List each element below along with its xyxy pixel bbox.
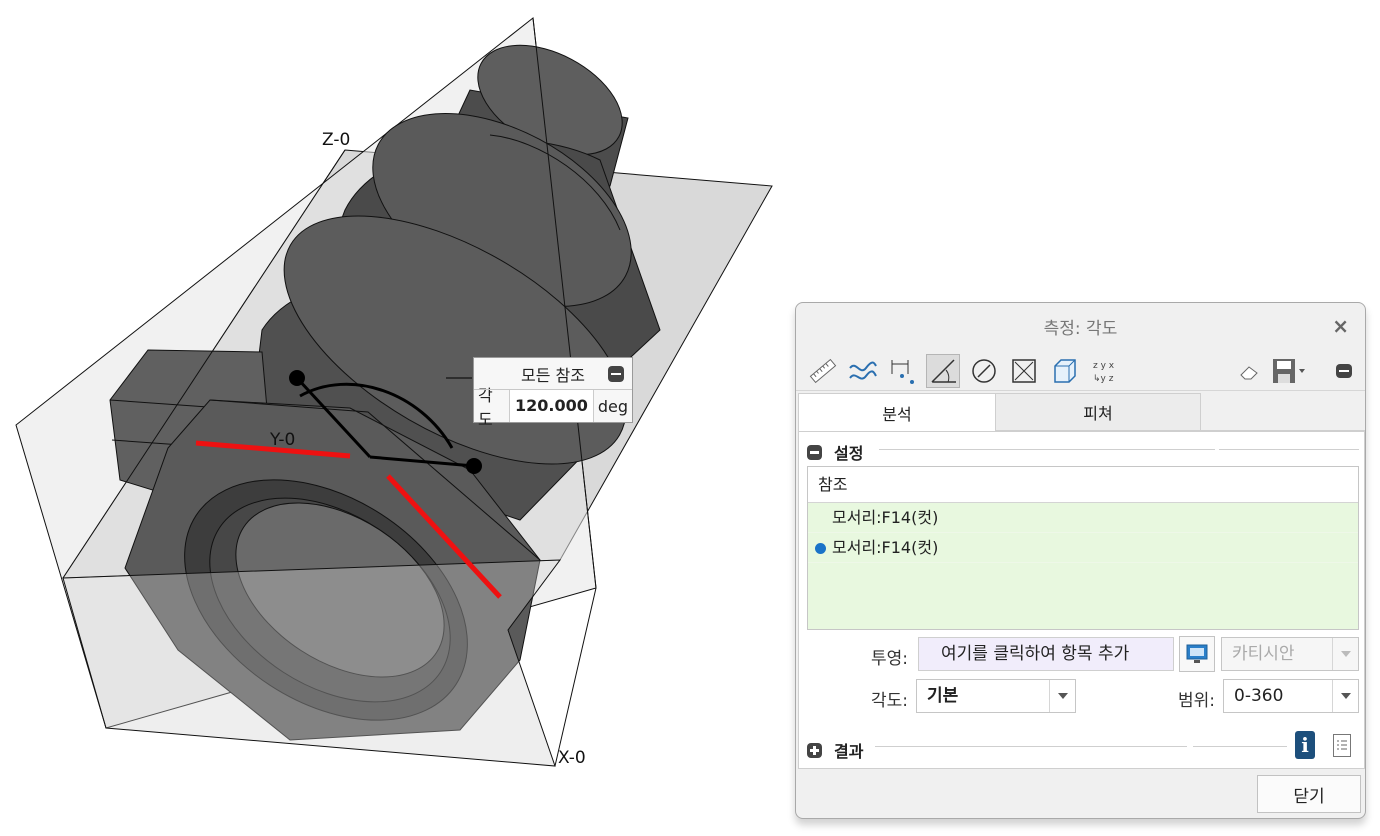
plane-label-z: Z-0 [322,130,351,150]
info-icon[interactable]: i [1295,731,1315,759]
angle-type-value: 기본 [927,686,959,706]
plane-label-x: X-0 [558,748,586,768]
svg-text:↳y z: ↳y z [1093,374,1114,384]
transform-icon[interactable]: z y x ↳y z [1087,354,1121,388]
collapse-icon[interactable] [608,366,624,382]
datum-edge [554,587,597,767]
save-icon[interactable] [1270,354,1310,388]
results-section-label: 결과 [834,742,864,761]
tab-analysis[interactable]: 분석 [798,393,996,431]
ruler-icon[interactable] [806,354,840,388]
projection-label: 투영: [871,649,909,669]
settings-section-header[interactable]: 설정 [807,440,863,464]
collapse-section-icon[interactable] [807,444,822,460]
callout-value: 120.000 [508,390,594,422]
eraser-icon[interactable] [1232,354,1266,388]
settings-section-label: 설정 [834,444,864,463]
callout-header: 모든 참조 [474,358,632,390]
range-label: 범위: [1178,691,1216,711]
callout-title: 모든 참조 [521,365,585,385]
svg-text:z y x: z y x [1093,361,1115,371]
references-collector[interactable]: 참조 모서리:F14(컷) 모서리:F14(컷) [807,466,1359,630]
analysis-panel: 설정 참조 모서리:F14(컷) 모서리:F14(컷) 투영: 여기를 클릭하여… [798,431,1365,769]
reference-item[interactable]: 모서리:F14(컷) [808,533,1358,563]
coordinate-system-select: 카티시안 [1221,637,1359,671]
measure-toolbar: z y x ↳y z [796,349,1365,391]
expand-section-icon[interactable] [807,742,822,758]
dialog-titlebar[interactable]: 측정: 각도 × [796,303,1365,349]
chevron-down-icon [1332,638,1358,670]
divider [879,449,1215,450]
dialog-title: 측정: 각도 [1043,318,1118,339]
volume-icon[interactable] [1047,354,1081,388]
close-icon[interactable]: × [1332,314,1349,338]
divider [875,746,1187,747]
area-icon[interactable] [1007,354,1041,388]
angle-icon[interactable] [926,354,960,388]
angle-type-label: 각도: [871,691,909,711]
active-reference-dot-icon [815,543,826,554]
monitor-button[interactable] [1179,636,1215,672]
monitor-icon [1186,644,1208,663]
range-value: 0-360 [1234,686,1284,706]
reference-item-label: 모서리:F14(컷) [832,538,939,557]
references-header: 참조 [808,467,1358,503]
results-section-header[interactable]: 결과 [807,738,863,762]
divider [1219,449,1359,450]
coordinate-system-value: 카티시안 [1232,644,1295,664]
callout-value-row: 각도 120.000 deg [474,386,632,429]
dialog-tabs: 분석 피쳐 [798,393,1365,431]
angle-type-select[interactable]: 기본 [916,679,1076,713]
datum-plane-y-front [62,559,562,767]
measure-dialog: 측정: 각도 × z y x ↳y z 분석 피쳐 설정 참조 모서리:F14(… [795,302,1366,819]
diameter-icon[interactable] [967,354,1001,388]
divider [1193,746,1287,747]
reference-item[interactable]: 모서리:F14(컷) [808,503,1358,533]
collapse-icon[interactable] [1327,354,1361,388]
plane-label-y: Y-0 [270,430,296,450]
callout-unit: deg [597,396,628,416]
range-select[interactable]: 0-360 [1223,679,1359,713]
reference-item-label: 모서리:F14(컷) [832,508,939,527]
distance-icon[interactable] [886,354,920,388]
chevron-down-icon[interactable] [1049,680,1075,712]
tab-feature[interactable]: 피쳐 [996,393,1201,431]
curve-length-icon[interactable] [846,354,880,388]
report-icon[interactable] [1333,734,1351,757]
projection-collector[interactable]: 여기를 클릭하여 항목 추가 [918,637,1174,671]
measurement-callout[interactable]: 모든 참조 각도 120.000 deg [473,357,633,429]
chevron-down-icon[interactable] [1332,680,1358,712]
close-button[interactable]: 닫기 [1257,775,1361,813]
